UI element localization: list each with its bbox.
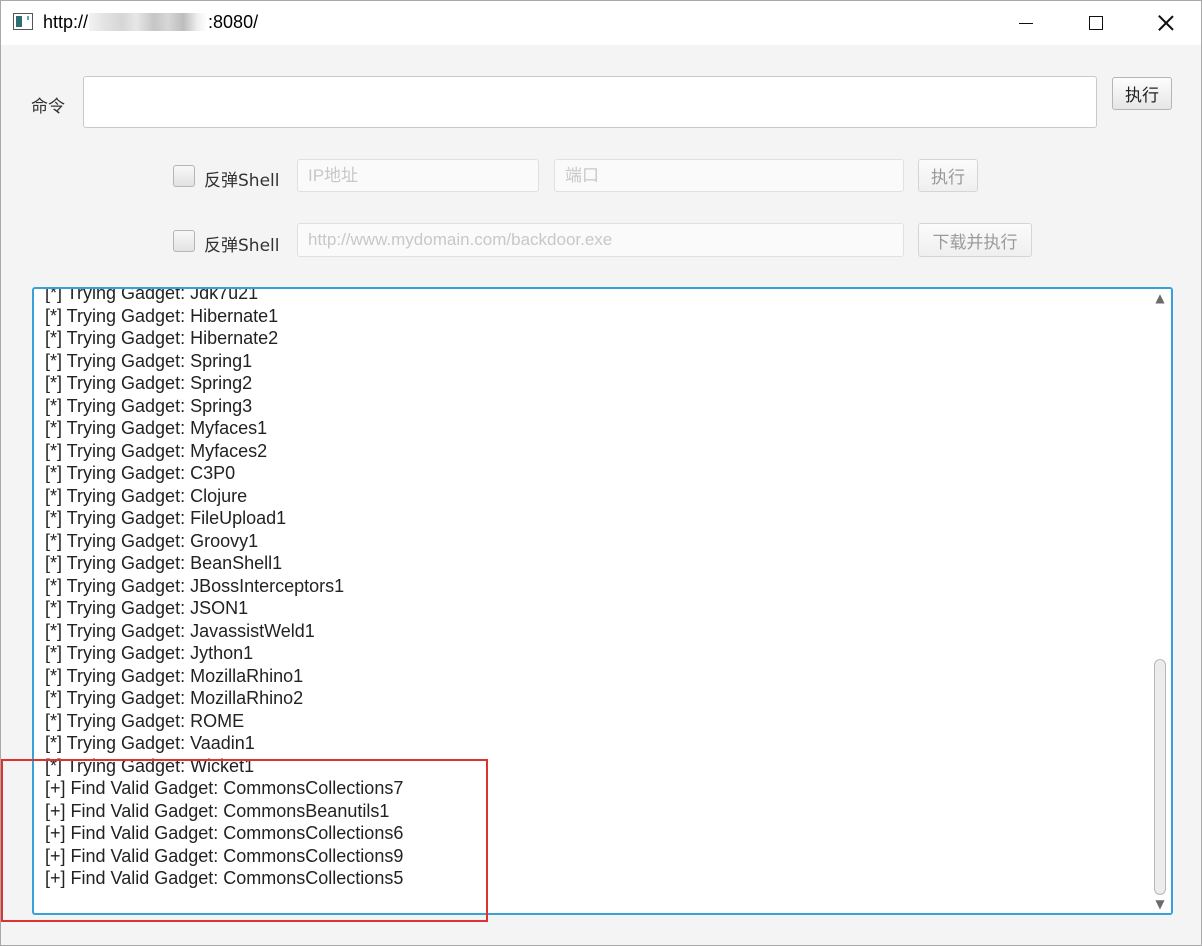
title-bar[interactable]: http:// :8080/ — [1, 1, 1201, 45]
execute-command-button[interactable]: 执行 — [1112, 77, 1172, 110]
log-line: [*] Trying Gadget: Vaadin1 — [45, 733, 255, 753]
log-line: [*] Trying Gadget: BeanShell1 — [45, 553, 283, 573]
redacted-host — [89, 13, 208, 31]
reverse-shell-label: 反弹Shell — [204, 171, 280, 191]
download-url-field[interactable] — [297, 223, 904, 257]
window-title: http:// :8080/ — [43, 12, 258, 33]
minimize-icon — [1019, 23, 1033, 24]
minimize-button[interactable] — [991, 1, 1061, 45]
log-line: [*] Trying Gadget: ROME — [45, 710, 245, 731]
output-log[interactable]: [*] Trying Gadget: Jdk7u21 [*] Trying Gad… — [32, 287, 1173, 915]
log-line: [+] Find Valid Gadget: CommonsBeanutils1 — [45, 800, 390, 821]
log-lines: [*] Trying Gadget: Jdk7u21 [*] Trying Gad… — [45, 287, 1147, 890]
maximize-icon — [1089, 16, 1103, 30]
log-line: [+] Find Valid Gadget: CommonsCollection… — [45, 845, 404, 866]
app-icon — [13, 13, 33, 30]
log-line: [*] Trying Gadget: Spring2 — [45, 373, 253, 393]
log-line: [*] Trying Gadget: Hibernate2 — [45, 328, 279, 348]
log-line: [+] Find Valid Gadget: CommonsCollection… — [45, 868, 404, 888]
log-line: [*] Trying Gadget: Myfaces1 — [45, 418, 268, 438]
close-button[interactable] — [1131, 1, 1201, 45]
download-exec-label: 反弹Shell — [204, 236, 280, 256]
scroll-up-icon[interactable]: ▲ — [1153, 291, 1167, 305]
window-title-suffix: :8080/ — [208, 12, 259, 32]
log-line: [*] Trying Gadget: MozillaRhino1 — [45, 665, 304, 686]
log-line: [*] Trying Gadget: JBossInterceptors1 — [45, 575, 345, 596]
log-line: [*] Trying Gadget: Myfaces2 — [45, 440, 268, 461]
download-and-execute-button[interactable]: 下载并执行 — [918, 223, 1032, 257]
scroll-thumb[interactable] — [1154, 659, 1166, 895]
window-title-prefix: http:// — [43, 12, 89, 32]
vertical-scrollbar[interactable]: ▲ ▼ — [1149, 289, 1171, 913]
log-line: [*] Trying Gadget: JavassistWeld1 — [45, 620, 315, 641]
log-line: [+] Find Valid Gadget: CommonsCollection… — [45, 778, 404, 798]
log-line: [*] Trying Gadget: JSON1 — [45, 598, 249, 618]
download-exec-checkbox[interactable] — [173, 230, 195, 252]
log-line: [*] Trying Gadget: Spring1 — [45, 350, 253, 371]
command-label: 命令 — [31, 97, 65, 117]
log-line: [*] Trying Gadget: MozillaRhino2 — [45, 688, 304, 708]
app-window: http:// :8080/ 命令 执行 反弹Shell 执行 反弹Shell 下… — [0, 0, 1202, 946]
port-field[interactable] — [554, 159, 904, 192]
command-input[interactable] — [83, 76, 1097, 128]
scroll-down-icon[interactable]: ▼ — [1153, 897, 1167, 911]
log-line: [*] Trying Gadget: Jython1 — [45, 643, 254, 663]
log-line: [*] Trying Gadget: Clojure — [45, 485, 248, 506]
log-line: [*] Trying Gadget: FileUpload1 — [45, 508, 287, 528]
log-line: [*] Trying Gadget: Hibernate1 — [45, 305, 279, 326]
log-line: [*] Trying Gadget: Jdk7u21 — [45, 287, 259, 303]
log-line: [*] Trying Gadget: Groovy1 — [45, 530, 259, 551]
log-line: [+] Find Valid Gadget: CommonsCollection… — [45, 823, 404, 843]
maximize-button[interactable] — [1061, 1, 1131, 45]
log-line: [*] Trying Gadget: Spring3 — [45, 395, 253, 416]
close-icon — [1157, 14, 1175, 32]
reverse-shell-execute-button[interactable]: 执行 — [918, 159, 978, 192]
reverse-shell-checkbox[interactable] — [173, 165, 195, 187]
log-line: [*] Trying Gadget: C3P0 — [45, 463, 236, 483]
ip-address-field[interactable] — [297, 159, 539, 192]
log-line: [*] Trying Gadget: Wicket1 — [45, 755, 255, 776]
